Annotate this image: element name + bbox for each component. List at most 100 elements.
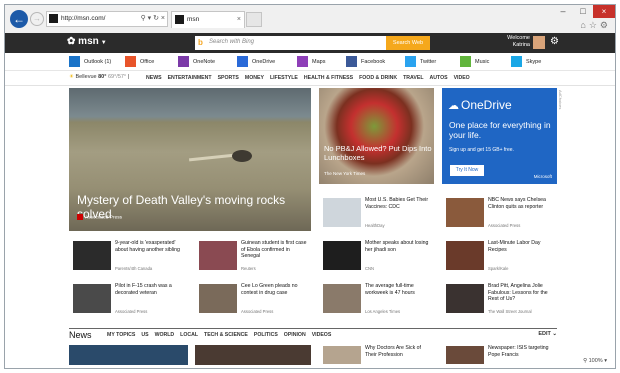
nav-autos[interactable]: AUTOS (430, 75, 448, 81)
card-thumbnail (199, 284, 237, 313)
card-title[interactable]: Pilot in F-15 crash was a decorated vete… (115, 283, 183, 296)
tab-opinion[interactable]: OPINION (284, 332, 306, 338)
app-twitter[interactable]: Twitter (405, 56, 436, 68)
card-title[interactable]: Guinean student is first case of Ebola c… (241, 240, 309, 260)
chevron-down-icon[interactable]: ▼ (101, 40, 107, 46)
search-box[interactable]: b Search with Bing Search Web (195, 36, 430, 50)
news-card[interactable]: Mother speaks about losing her jihadi so… (319, 238, 434, 274)
card-title[interactable]: Newspaper: ISIS targeting Pope Francis (488, 345, 556, 358)
minimize-button[interactable]: – (555, 6, 571, 16)
search-web-button[interactable]: Search Web (386, 36, 430, 50)
card-source: Associated Press (241, 309, 274, 314)
nav-money[interactable]: MONEY (245, 75, 264, 81)
browser-window: ← → http://msn.com/ ⚲ ▾ ↻ × msn × – □ × … (4, 4, 616, 369)
tab-world[interactable]: WORLD (155, 332, 175, 338)
card-title[interactable]: 9-year-old is 'exasperated' about having… (115, 240, 183, 253)
app-maps[interactable]: Maps (297, 56, 325, 68)
zoom-control[interactable]: ⚲ 100% ▾ (583, 358, 607, 364)
app-onenote[interactable]: OneNote (178, 56, 215, 68)
nav-health[interactable]: HEALTH & FITNESS (304, 75, 353, 81)
nav-news[interactable]: NEWS (146, 75, 162, 81)
ad-choices-label[interactable]: AdChoices (558, 90, 563, 109)
news-card[interactable]: Why Doctors Are Sick of Their Profession (319, 343, 434, 367)
secondary-story[interactable]: No PB&J Allowed? Put Dips Into Lunchboxe… (319, 88, 434, 184)
news-card[interactable]: Brad Pitt, Angelina Jolie Fabulous: Less… (442, 281, 557, 317)
card-title[interactable]: Last-Minute Labor Day Recipes (488, 240, 556, 253)
msn-header: ✿ msn ▼ b Search with Bing Search Web Wel… (5, 33, 615, 53)
msn-logo[interactable]: ✿ msn ▼ (67, 36, 107, 47)
news-card[interactable]: NBC News says Chelsea Clinton quits as r… (442, 195, 557, 231)
avatar[interactable] (533, 36, 545, 49)
news-card[interactable]: 9-year-old is 'exasperated' about having… (69, 238, 188, 274)
address-bar[interactable]: http://msn.com/ ⚲ ▾ ↻ × (46, 11, 168, 27)
weather-widget[interactable]: ☀ Bellevue 80° 69°/57° | (69, 74, 129, 80)
music-icon (460, 56, 471, 67)
card-title[interactable]: The average full-time workweek is 47 hou… (365, 283, 433, 296)
nav-sports[interactable]: SPORTS (218, 75, 239, 81)
forward-button[interactable]: → (30, 12, 44, 26)
app-facebook[interactable]: Facebook (346, 56, 385, 68)
onedrive-ad[interactable]: ☁ OneDrive One place for everything in yo… (442, 88, 557, 184)
news-card[interactable]: Most U.S. Babies Get Their Vaccines: CDC… (319, 195, 434, 231)
bottom-story-image[interactable] (195, 345, 311, 365)
card-title[interactable]: Most U.S. Babies Get Their Vaccines: CDC (365, 197, 433, 210)
app-music[interactable]: Music (460, 56, 489, 68)
nav-entertainment[interactable]: ENTERTAINMENT (168, 75, 212, 81)
hero-story[interactable]: Mystery of Death Valley's moving rocks s… (69, 88, 311, 231)
tab-local[interactable]: LOCAL (180, 332, 198, 338)
edit-button[interactable]: EDIT ⌄ (538, 331, 557, 337)
nav-lifestyle[interactable]: LIFESTYLE (270, 75, 298, 81)
source-icon (77, 214, 83, 220)
close-button[interactable]: × (593, 5, 615, 18)
tab-title: msn (187, 16, 200, 23)
card-title[interactable]: Cee Lo Green pleads no contest in drug c… (241, 283, 309, 296)
gear-icon[interactable]: ⚙ (550, 36, 559, 47)
news-card[interactable]: Cee Lo Green pleads no contest in drug c… (195, 281, 311, 317)
tab-politics[interactable]: POLITICS (254, 332, 278, 338)
card-title[interactable]: Mother speaks about losing her jihadi so… (365, 240, 433, 253)
card-thumbnail (73, 284, 111, 313)
card-source: Parents/4th Canada (115, 266, 153, 271)
nav-video[interactable]: VIDEO (454, 75, 470, 81)
tab-close-icon[interactable]: × (237, 12, 241, 27)
browser-toolbar: ← → http://msn.com/ ⚲ ▾ ↻ × msn × – □ × … (5, 5, 615, 33)
search-refresh-icons[interactable]: ⚲ ▾ ↻ × (141, 12, 165, 26)
card-title[interactable]: Why Doctors Are Sick of Their Profession (365, 345, 433, 358)
card-source: The Wall Street Journal (488, 309, 532, 314)
try-it-now-button[interactable]: Try It Now (450, 165, 484, 176)
new-tab-button[interactable] (246, 12, 262, 27)
home-icon[interactable]: ⌂ (580, 20, 588, 30)
browser-tab[interactable]: msn × (171, 11, 245, 28)
app-skype[interactable]: Skype (511, 56, 541, 68)
tab-videos[interactable]: VIDEOS (312, 332, 332, 338)
news-card[interactable]: Pilot in F-15 crash was a decorated vete… (69, 281, 188, 317)
news-card[interactable]: Last-Minute Labor Day Recipes Spark/Kale (442, 238, 557, 274)
card-source: CNN (365, 266, 375, 271)
tab-tech-science[interactable]: TECH & SCIENCE (204, 332, 248, 338)
nav-food[interactable]: FOOD & DRINK (359, 75, 397, 81)
card-title[interactable]: NBC News says Chelsea Clinton quits as r… (488, 197, 556, 210)
news-section-header: News MY TOPICS US WORLD LOCAL TECH & SCIENCE… (69, 330, 557, 342)
card-thumbnail (446, 241, 484, 270)
section-title[interactable]: News (69, 330, 92, 340)
settings-icon[interactable]: ⚙ (600, 20, 611, 30)
welcome-text: Welcome Katrina (507, 35, 530, 48)
app-onedrive[interactable]: OneDrive (237, 56, 275, 68)
ie-toolbar-icons[interactable]: ⌂☆⚙ (580, 20, 611, 31)
nav-travel[interactable]: TRAVEL (403, 75, 423, 81)
tab-my-topics[interactable]: MY TOPICS (107, 332, 135, 338)
card-thumbnail (323, 198, 361, 227)
news-card[interactable]: The average full-time workweek is 47 hou… (319, 281, 434, 317)
search-input[interactable]: Search with Bing (209, 39, 254, 45)
secondary-caption[interactable]: No PB&J Allowed? Put Dips Into Lunchboxe… (324, 144, 432, 162)
favorites-icon[interactable]: ☆ (589, 20, 600, 30)
app-office[interactable]: Office (125, 56, 154, 68)
maximize-button[interactable]: □ (575, 6, 591, 16)
tab-us[interactable]: US (141, 332, 148, 338)
bottom-story-image[interactable] (69, 345, 188, 365)
card-title[interactable]: Brad Pitt, Angelina Jolie Fabulous: Less… (488, 283, 556, 303)
news-card[interactable]: Newspaper: ISIS targeting Pope Francis (442, 343, 557, 367)
back-button[interactable]: ← (10, 10, 28, 28)
news-card[interactable]: Guinean student is first case of Ebola c… (195, 238, 311, 274)
app-outlook[interactable]: Outlook (1) (69, 56, 111, 68)
